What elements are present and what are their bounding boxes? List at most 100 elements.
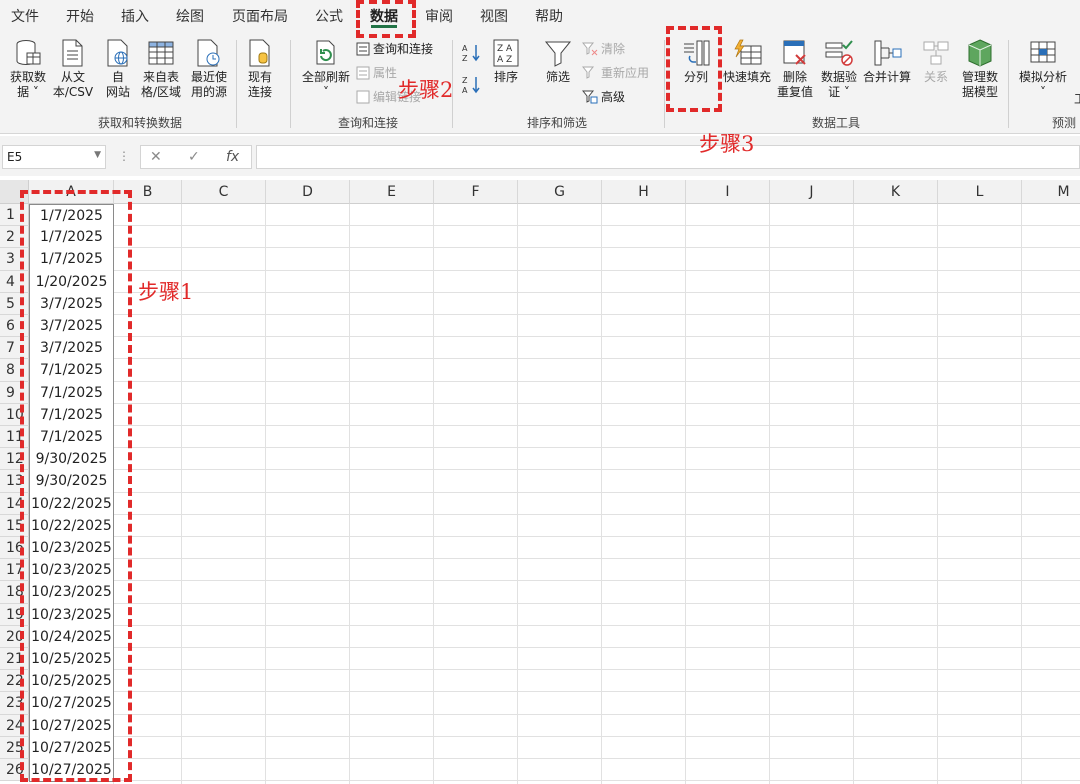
row-header[interactable]: 2 <box>0 226 29 249</box>
cell-a1[interactable]: 1/7/2025 <box>29 204 114 228</box>
column-header-c[interactable]: C <box>182 180 266 204</box>
column-header-l[interactable]: L <box>938 180 1022 204</box>
properties-button[interactable]: 属性 <box>356 64 397 81</box>
reapply-button[interactable]: 重新应用 <box>582 64 649 81</box>
cell-a2[interactable]: 1/7/2025 <box>29 226 114 250</box>
relationships-button[interactable]: 关系 <box>916 38 956 85</box>
cell-a21[interactable]: 10/25/2025 <box>29 648 114 672</box>
tab-review[interactable]: 审阅 <box>425 6 453 26</box>
name-box[interactable]: E5 ▼ <box>2 145 106 169</box>
row-header[interactable]: 26 <box>0 759 29 782</box>
row-header[interactable]: 24 <box>0 714 29 737</box>
cell-a26[interactable]: 10/27/2025 <box>29 759 114 783</box>
enter-icon[interactable]: ✓ <box>188 149 200 165</box>
row-header[interactable]: 18 <box>0 581 29 604</box>
tab-formulas[interactable]: 公式 <box>315 6 343 26</box>
cell-a14[interactable]: 10/22/2025 <box>29 492 114 516</box>
sort-z-a-button[interactable]: Z A <box>460 74 484 100</box>
row-header[interactable]: 17 <box>0 559 29 582</box>
row-header[interactable]: 3 <box>0 248 29 271</box>
cell-a25[interactable]: 10/27/2025 <box>29 736 114 760</box>
tab-help[interactable]: 帮助 <box>535 6 563 26</box>
row-header[interactable]: 20 <box>0 625 29 648</box>
row-header[interactable]: 11 <box>0 426 29 449</box>
sort-button[interactable]: Z A A Z 排序 <box>488 38 524 85</box>
tab-home[interactable]: 开始 <box>66 6 94 26</box>
row-header[interactable]: 15 <box>0 514 29 537</box>
cell-a24[interactable]: 10/27/2025 <box>29 714 114 738</box>
row-header[interactable]: 10 <box>0 403 29 426</box>
cell-a10[interactable]: 7/1/2025 <box>29 403 114 427</box>
column-header-i[interactable]: I <box>686 180 770 204</box>
cell-a11[interactable]: 7/1/2025 <box>29 426 114 450</box>
existing-connections-button[interactable]: 现有 连接 <box>240 38 280 100</box>
forecast-sheet-button-partial[interactable]: 工 <box>1074 90 1080 107</box>
cell-a18[interactable]: 10/23/2025 <box>29 581 114 605</box>
cell-a22[interactable]: 10/25/2025 <box>29 670 114 694</box>
row-header[interactable]: 6 <box>0 315 29 338</box>
tab-view[interactable]: 视图 <box>480 6 508 26</box>
column-header-f[interactable]: F <box>434 180 518 204</box>
tab-insert[interactable]: 插入 <box>121 6 149 26</box>
cell-a9[interactable]: 7/1/2025 <box>29 381 114 405</box>
recent-sources-button[interactable]: 最近使 用的源 <box>186 38 232 100</box>
row-header[interactable]: 16 <box>0 537 29 560</box>
row-header[interactable]: 1 <box>0 204 29 227</box>
get-data-button[interactable]: 获取数 据 ˅ <box>4 38 52 100</box>
consolidate-button[interactable]: 合并计算 <box>860 38 914 85</box>
cell-a6[interactable]: 3/7/2025 <box>29 315 114 339</box>
column-header-e[interactable]: E <box>350 180 434 204</box>
column-header-h[interactable]: H <box>602 180 686 204</box>
tab-file[interactable]: 文件 <box>11 6 39 26</box>
data-validation-button[interactable]: 数据验 证 ˅ <box>818 38 860 100</box>
cell-a7[interactable]: 3/7/2025 <box>29 337 114 361</box>
sort-a-z-button[interactable]: A Z <box>460 42 484 68</box>
advanced-filter-button[interactable]: 高级 <box>582 88 625 105</box>
column-header-g[interactable]: G <box>518 180 602 204</box>
column-header-b[interactable]: B <box>114 180 182 204</box>
row-header[interactable]: 22 <box>0 670 29 693</box>
row-header[interactable]: 12 <box>0 448 29 471</box>
tab-data[interactable]: 数据 <box>370 6 398 26</box>
cell-a16[interactable]: 10/23/2025 <box>29 537 114 561</box>
refresh-all-button[interactable]: 全部刷新 ˅ <box>298 38 354 100</box>
row-header[interactable]: 8 <box>0 359 29 382</box>
select-all-corner[interactable] <box>0 180 29 204</box>
from-table-button[interactable]: 来自表 格/区域 <box>138 38 184 100</box>
row-header[interactable]: 4 <box>0 270 29 293</box>
remove-duplicates-button[interactable]: 删除 重复值 <box>774 38 816 100</box>
row-header[interactable]: 13 <box>0 470 29 493</box>
cell-a13[interactable]: 9/30/2025 <box>29 470 114 494</box>
cell-a19[interactable]: 10/23/2025 <box>29 603 114 627</box>
cell-a8[interactable]: 7/1/2025 <box>29 359 114 383</box>
column-header-k[interactable]: K <box>854 180 938 204</box>
formula-input[interactable] <box>256 145 1080 169</box>
worksheet-grid[interactable]: ABCDEFGHIJKLM 1 2 3 4 5 6 7 8 9 10 11 12 13 14 15 16 17 1… <box>0 180 1080 784</box>
column-header-d[interactable]: D <box>266 180 350 204</box>
row-header[interactable]: 14 <box>0 492 29 515</box>
cell-a3[interactable]: 1/7/2025 <box>29 248 114 272</box>
cell-a23[interactable]: 10/27/2025 <box>29 692 114 716</box>
tab-draw[interactable]: 绘图 <box>176 6 204 26</box>
tab-page-layout[interactable]: 页面布局 <box>232 6 288 26</box>
filter-button[interactable]: 筛选 <box>538 38 578 85</box>
column-header-m[interactable]: M <box>1022 180 1080 204</box>
from-web-button[interactable]: 自 网站 <box>100 38 136 100</box>
cell-a15[interactable]: 10/22/2025 <box>29 514 114 538</box>
row-header[interactable]: 23 <box>0 692 29 715</box>
row-header[interactable]: 5 <box>0 292 29 315</box>
cell-a12[interactable]: 9/30/2025 <box>29 448 114 472</box>
column-header-a[interactable]: A <box>29 180 114 204</box>
insert-function-icon[interactable]: fx <box>226 149 239 165</box>
row-header[interactable]: 25 <box>0 736 29 759</box>
row-header[interactable]: 19 <box>0 603 29 626</box>
from-text-csv-button[interactable]: 从文 本/CSV <box>50 38 96 100</box>
cancel-icon[interactable]: ✕ <box>150 149 162 165</box>
queries-connections-button[interactable]: 查询和连接 <box>356 40 433 57</box>
cell-a20[interactable]: 10/24/2025 <box>29 625 114 649</box>
row-header[interactable]: 9 <box>0 381 29 404</box>
row-header[interactable]: 21 <box>0 648 29 671</box>
text-to-columns-button[interactable]: 分列 <box>672 38 720 85</box>
manage-data-model-button[interactable]: 管理数 据模型 <box>958 38 1002 100</box>
what-if-analysis-button[interactable]: 模拟分析 ˅ <box>1014 38 1072 100</box>
